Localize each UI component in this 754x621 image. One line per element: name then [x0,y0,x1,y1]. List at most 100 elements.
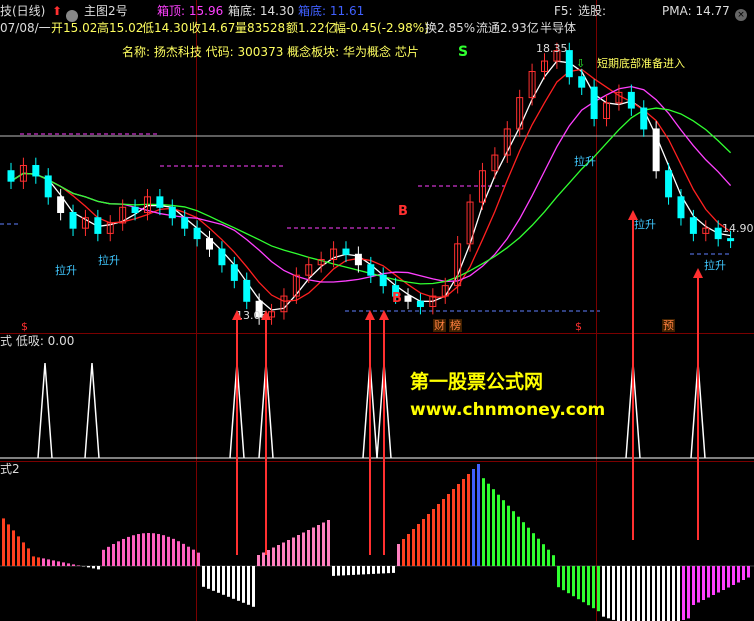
histogram-bar [557,566,560,588]
lift-label-4: 拉升 [634,218,656,231]
indicator2-chart [0,464,754,621]
histogram-bar [302,532,305,566]
histogram-bar [452,489,455,566]
histogram-bar [722,566,725,590]
candle-body [627,91,635,109]
histogram-bar [342,566,345,576]
candle-body [168,206,176,219]
histogram-bar [427,514,430,566]
histogram-bar [392,566,395,573]
candle-body [342,248,350,255]
histogram-bar [42,558,45,566]
histogram-bar [602,566,605,617]
signal-spike [625,362,641,459]
histogram-bar [347,566,350,576]
histogram-bar [592,566,595,609]
histogram-bar [207,566,210,589]
histogram-bar [457,484,460,566]
candle-body [44,175,52,198]
histogram-bar [517,516,520,566]
histogram-bar [242,566,245,603]
histogram-bar [77,565,80,566]
candle-body [379,274,387,287]
histogram-bar [687,566,690,619]
histogram-bar [357,566,360,575]
histogram-bar [387,566,390,574]
price-low-label: 13.08 [236,309,268,322]
histogram-bar [182,543,185,566]
price-last-label: 14.90 [722,222,754,235]
indicator1-chart [0,362,754,459]
histogram-bar [332,566,335,576]
histogram-bar [72,564,75,566]
histogram-bar [547,549,550,566]
histogram-bar [652,566,655,621]
candle-body [206,238,214,250]
histogram-bar [137,534,140,566]
histogram-bar [202,566,205,587]
histogram-bar [487,483,490,566]
histogram-bar [562,566,565,591]
histogram-bar [577,566,580,600]
histogram-bar [512,511,515,566]
histogram-bar [17,536,20,566]
histogram-bar [492,489,495,566]
histogram-bar [297,535,300,566]
histogram-bar [122,538,125,566]
histogram-bar [482,478,485,566]
histogram-bar [422,519,425,566]
histogram-bar [477,464,480,566]
histogram-bar [167,536,170,566]
candle-body [243,279,251,302]
histogram-bar [317,525,320,566]
candle-body [218,248,226,266]
histogram-bar [672,566,675,621]
histogram-bar [287,540,290,566]
histogram-bar [702,566,705,600]
candle-body [727,238,735,242]
candle-body [69,212,77,229]
lift-label-2: 拉升 [98,254,120,267]
histogram-bar [27,548,30,566]
histogram-bar [157,533,160,566]
histogram-bar [102,549,105,566]
histogram-bar [62,562,65,566]
histogram-bar [467,474,470,566]
histogram-bar [527,527,530,566]
histogram-bar [677,566,680,621]
histogram-bar [637,566,640,621]
histogram-bar [522,522,525,566]
histogram-bar [622,566,625,621]
histogram-bar [552,555,555,566]
candle-body [230,264,238,281]
histogram-bar [37,557,40,566]
main-price-chart[interactable] [0,0,754,333]
histogram-bar [572,566,575,597]
histogram-bar [292,537,295,566]
histogram-bar [222,566,225,595]
ma-magenta-line [10,85,732,283]
histogram-bar [22,542,25,566]
histogram-bar [192,549,195,566]
histogram-bar [277,545,280,566]
histogram-bar [417,524,420,566]
histogram-bar [127,536,130,566]
histogram-bar [142,533,145,566]
histogram-bar [252,566,255,607]
histogram-bar [497,494,500,566]
histogram-bar [107,546,110,566]
histogram-bar [377,566,380,574]
histogram-bar [582,566,585,603]
histogram-bar [112,543,115,566]
sell-signal-marker: S [458,44,469,60]
histogram-bar [92,566,95,569]
candle-body [32,165,40,177]
histogram-bar [337,566,340,576]
signal-spike [376,362,392,459]
watermark-url: www.chnmoney.com [410,400,606,420]
candle-body [94,217,102,234]
histogram-bar [627,566,630,621]
candle-body [689,217,697,234]
histogram-bar [97,566,100,570]
candle-body [677,196,685,219]
